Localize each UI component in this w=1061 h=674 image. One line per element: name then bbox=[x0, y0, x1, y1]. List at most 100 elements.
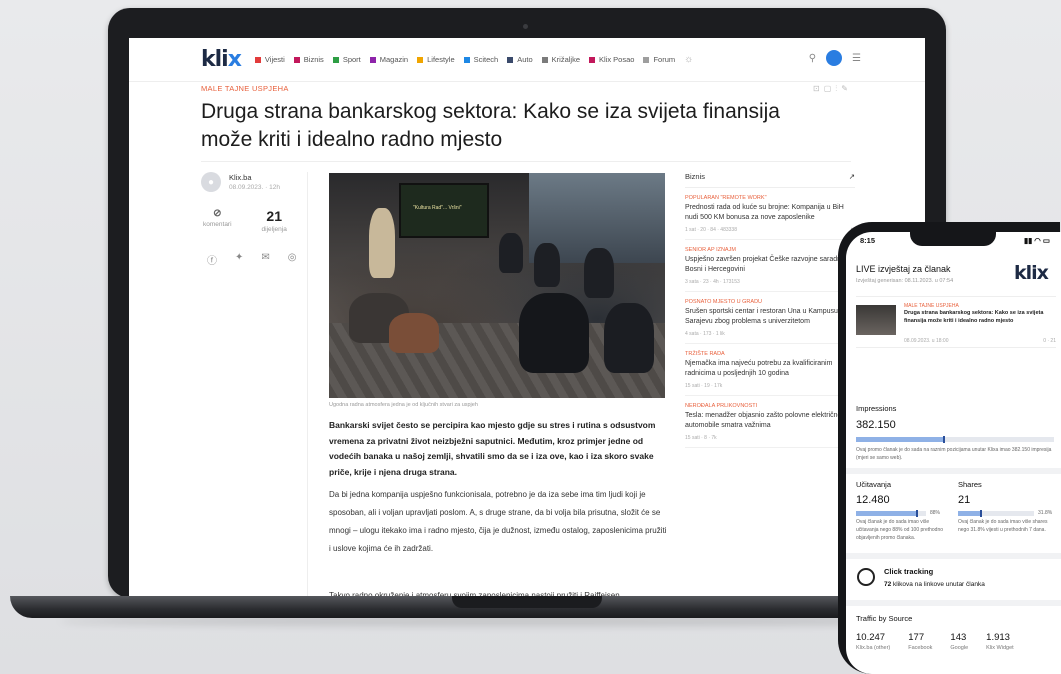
category-color-square bbox=[643, 56, 650, 63]
impressions-label: Impressions bbox=[856, 404, 897, 413]
sidebar-meta-text: 1 sat · 20 · 84 · 483338 bbox=[685, 227, 737, 233]
sidebar-kicker: POSNATO MJESTO U GRADU bbox=[685, 299, 763, 305]
sidebar-meta: 4 sata · 173 · 1 lik⇆ bbox=[685, 331, 855, 337]
sidebar-meta-text: 15 sati · 19 · 17k bbox=[685, 383, 723, 389]
traffic-value: 143 bbox=[950, 632, 967, 643]
author-name[interactable]: Klix.ba bbox=[229, 173, 280, 182]
sidebar-biznis: Biznis ↗ POPULARAN "REMOTE WORK" Prednost… bbox=[685, 172, 855, 448]
nav-label: Klix Posao bbox=[599, 55, 635, 64]
laptop-camera bbox=[523, 24, 528, 29]
category-color-square bbox=[541, 56, 548, 63]
nav-item-forum[interactable]: Forum bbox=[643, 55, 675, 64]
sidebar-article[interactable]: SENIOR AP IZNAJM Uspješno završen projek… bbox=[685, 240, 855, 292]
impressions-bar bbox=[856, 436, 1054, 443]
nav-item-klix-posao[interactable]: Klix Posao bbox=[589, 55, 634, 64]
sidebar-kicker: TRŽIŠTE RADA bbox=[685, 351, 725, 357]
print-icon[interactable]: ▢ bbox=[824, 84, 836, 93]
nav-label: Vijesti bbox=[264, 55, 285, 64]
sidebar-article[interactable]: POSNATO MJESTO U GRADU Srušen sportski c… bbox=[685, 292, 855, 344]
sidebar-kicker: POPULARAN "REMOTE WORK" bbox=[685, 195, 767, 201]
logo-text: kli bbox=[201, 47, 229, 72]
author-block: ● Klix.ba 08.09.2023. · 12h bbox=[201, 172, 280, 192]
sidebar-title-text: Tesla: menadžer objasnio zašto polovne e… bbox=[685, 412, 842, 429]
traffic-source: 177 Facebook bbox=[908, 632, 932, 651]
menu-icon[interactable]: ☰ bbox=[852, 53, 861, 64]
nav-item-krizaljke[interactable]: Križaljke bbox=[541, 55, 581, 64]
article-date: 08.09.2023. · 12h bbox=[229, 184, 280, 191]
report-subtitle: Izvještaj generisan: 08.11.2023. u 07:54 bbox=[856, 278, 954, 284]
nav-item-magazin[interactable]: Magazin bbox=[369, 55, 408, 64]
sidebar-meta: 3 sata · 23 · 4h · 173153⇆ bbox=[685, 279, 855, 285]
loads-note: Ovaj članak je do sada imao više učitava… bbox=[856, 519, 944, 541]
shares-value-phone: 21 bbox=[958, 494, 971, 506]
trending-icon[interactable]: ↗ bbox=[849, 172, 855, 181]
sidebar-article[interactable]: POPULARAN "REMOTE WORK" Prednosti rada o… bbox=[685, 188, 855, 240]
traffic-sources: 10.247 Klix.ba (other) 177 Facebook 143 Goo… bbox=[856, 632, 1014, 651]
nav-item-vijesti[interactable]: Vijesti bbox=[254, 55, 285, 64]
sidebar-title-text: Njemačka ima najveću potrebu za kvalific… bbox=[685, 360, 833, 377]
laptop-hinge-notch bbox=[452, 596, 602, 608]
impressions-value: 382.150 bbox=[856, 419, 896, 431]
bookmark-icon[interactable]: ⊡ bbox=[813, 84, 824, 93]
nav-label: Scitech bbox=[473, 55, 499, 64]
traffic-label: Traffic by Source bbox=[856, 614, 913, 623]
theme-toggle-icon[interactable]: ☼ bbox=[684, 54, 693, 65]
email-icon[interactable]: ✉ bbox=[261, 252, 269, 267]
nav-item-scitech[interactable]: Scitech bbox=[463, 55, 499, 64]
nav-label: Križaljke bbox=[551, 55, 581, 64]
klix-logo[interactable]: klix bbox=[201, 47, 242, 72]
share-buttons: ⓕ ✦ ✉ ◎ bbox=[207, 252, 297, 267]
photo-person bbox=[369, 208, 395, 278]
loads-bar bbox=[856, 510, 926, 517]
card-kicker: MALE TAJNE USPJEHA bbox=[904, 303, 959, 309]
category-color-square bbox=[293, 56, 300, 63]
article-photo[interactable]: "Kultura Rad"... Vršni" bbox=[329, 173, 665, 398]
shares-label-phone: Shares bbox=[958, 480, 982, 489]
photo-person bbox=[604, 303, 654, 373]
nav-item-lifestyle[interactable]: Lifestyle bbox=[417, 55, 455, 64]
traffic-value: 177 bbox=[908, 632, 925, 643]
sidebar-title[interactable]: Biznis bbox=[685, 172, 705, 181]
author-avatar-icon: ● bbox=[201, 172, 221, 192]
photo-person bbox=[534, 243, 560, 287]
sidebar-header: Biznis ↗ bbox=[685, 172, 855, 188]
category-color-square bbox=[589, 56, 596, 63]
category-color-square bbox=[254, 56, 261, 63]
impressions-bar-fill bbox=[856, 436, 946, 443]
comments-stat[interactable]: ⊘ komentari bbox=[203, 208, 232, 233]
sidebar-kicker: SENIOR AP IZNAJM bbox=[685, 247, 736, 253]
column-divider bbox=[307, 172, 308, 603]
card-date: 08.09.2023. u 18:00 bbox=[904, 338, 949, 344]
search-icon[interactable]: ⚲ bbox=[809, 53, 816, 64]
laptop-screen: klix Vijesti Biznis Sport Magazin Lifest… bbox=[129, 38, 925, 603]
nav-label: Sport bbox=[342, 55, 361, 64]
traffic-source: 143 Google bbox=[950, 632, 968, 651]
comments-icon: ⊘ bbox=[213, 208, 222, 219]
article-headline: Druga strana bankarskog sektora: Kako se… bbox=[201, 100, 780, 151]
click-tracking-label: Click tracking bbox=[884, 567, 934, 576]
report-article-card[interactable]: MALE TAJNE USPJEHA Druga strana bankarsk… bbox=[856, 296, 1056, 348]
nav-item-sport[interactable]: Sport bbox=[332, 55, 361, 64]
phone-status-bar: 8:15 ▮▮ ◠ ▭ bbox=[860, 236, 1050, 245]
user-avatar-icon[interactable] bbox=[826, 50, 843, 66]
twitter-icon[interactable]: ✦ bbox=[235, 252, 243, 267]
section-divider bbox=[846, 553, 1061, 559]
nav-item-biznis[interactable]: Biznis bbox=[293, 55, 324, 64]
sidebar-article[interactable]: NEROĐALA PRLIKOVNOSTI Tesla: menadžer ob… bbox=[685, 396, 855, 448]
photo-person bbox=[519, 293, 589, 373]
traffic-source-label: Klix Widget bbox=[986, 645, 1014, 651]
nav-item-auto[interactable]: Auto bbox=[507, 55, 533, 64]
traffic-value: 10.247 bbox=[856, 632, 886, 643]
sidebar-article[interactable]: TRŽIŠTE RADA Njemačka ima najveću potreb… bbox=[685, 344, 855, 396]
category-color-square bbox=[369, 56, 376, 63]
sidebar-title-text: Srušen sportski centar i restoran Una u … bbox=[685, 308, 844, 325]
whatsapp-icon[interactable]: ◎ bbox=[288, 252, 297, 267]
sidebar-title-text: Prednosti rada od kuće su brojne: Kompan… bbox=[685, 204, 844, 221]
facebook-icon[interactable]: ⓕ bbox=[207, 252, 217, 267]
nav-actions: ⚲ ☰ bbox=[809, 50, 861, 66]
category-color-square bbox=[332, 56, 339, 63]
shares-bar bbox=[958, 510, 1034, 517]
edit-icon[interactable]: ✎ bbox=[841, 84, 852, 93]
traffic-source-label: Google bbox=[950, 645, 969, 651]
photo-table bbox=[389, 313, 439, 353]
